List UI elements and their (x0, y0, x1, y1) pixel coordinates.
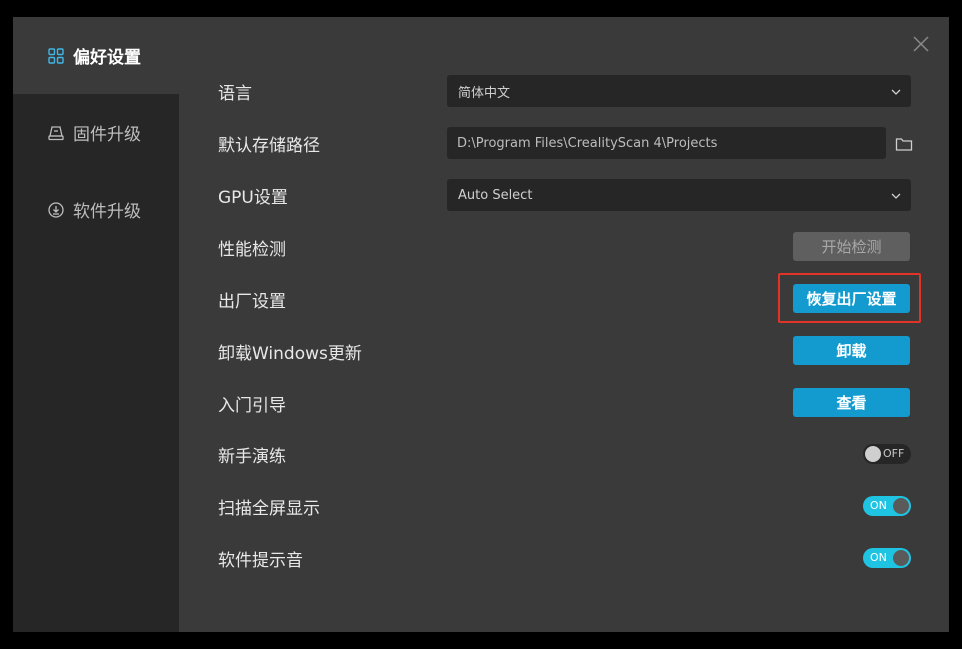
language-label: 语言 (218, 83, 252, 104)
uninstall-button[interactable]: 卸载 (793, 336, 910, 365)
gpu-select[interactable]: Auto Select (447, 179, 911, 211)
fullscreen-row: 扫描全屏显示 (218, 490, 911, 522)
storage-path-label: 默认存储路径 (218, 135, 320, 156)
sidebar: 偏好设置 固件升级 软件升级 (13, 17, 179, 632)
guide-label: 入门引导 (218, 395, 286, 416)
device-icon (47, 124, 65, 142)
sound-toggle[interactable]: ON (863, 548, 911, 568)
update-icon (47, 201, 65, 219)
toggle-knob (893, 498, 909, 514)
toggle-state: ON (870, 551, 887, 564)
gpu-label: GPU设置 (218, 187, 288, 208)
chevron-down-icon (891, 188, 901, 203)
toggle-state: OFF (883, 447, 905, 460)
grid-icon (47, 47, 65, 65)
toggle-knob (865, 446, 881, 462)
practice-row: 新手演练 (218, 438, 911, 470)
uninstall-label: 卸载Windows更新 (218, 343, 362, 364)
gpu-value: Auto Select (458, 187, 533, 203)
sound-label: 软件提示音 (218, 550, 303, 571)
toggle-state: ON (870, 499, 887, 512)
start-test-button[interactable]: 开始检测 (793, 232, 910, 261)
sidebar-item-preferences[interactable]: 偏好设置 (13, 17, 179, 94)
close-icon[interactable] (911, 34, 931, 54)
factory-reset-button[interactable]: 恢复出厂设置 (793, 284, 910, 313)
sidebar-item-label: 偏好设置 (73, 48, 141, 68)
performance-label: 性能检测 (218, 239, 286, 260)
fullscreen-label: 扫描全屏显示 (218, 498, 320, 519)
factory-label: 出厂设置 (218, 291, 286, 312)
chevron-down-icon (891, 84, 901, 99)
toggle-knob (893, 550, 909, 566)
settings-dialog: 偏好设置 固件升级 软件升级 语言 简体中文 默认存储路径 D:\Program… (13, 17, 949, 632)
practice-label: 新手演练 (218, 446, 286, 467)
view-guide-button[interactable]: 查看 (793, 388, 910, 417)
sidebar-item-label: 固件升级 (73, 125, 141, 145)
sidebar-item-firmware[interactable]: 固件升级 (13, 94, 179, 171)
storage-path-value: D:\Program Files\CrealityScan 4\Projects (457, 135, 718, 151)
fullscreen-toggle[interactable]: ON (863, 496, 911, 516)
practice-toggle[interactable]: OFF (863, 444, 911, 464)
language-value: 简体中文 (458, 85, 511, 101)
sidebar-item-label: 软件升级 (73, 202, 141, 222)
sidebar-item-software-update[interactable]: 软件升级 (13, 171, 179, 248)
sound-row: 软件提示音 (218, 542, 911, 574)
storage-path-input[interactable]: D:\Program Files\CrealityScan 4\Projects (447, 127, 886, 159)
language-select[interactable]: 简体中文 (447, 75, 911, 107)
folder-icon[interactable] (895, 136, 913, 152)
